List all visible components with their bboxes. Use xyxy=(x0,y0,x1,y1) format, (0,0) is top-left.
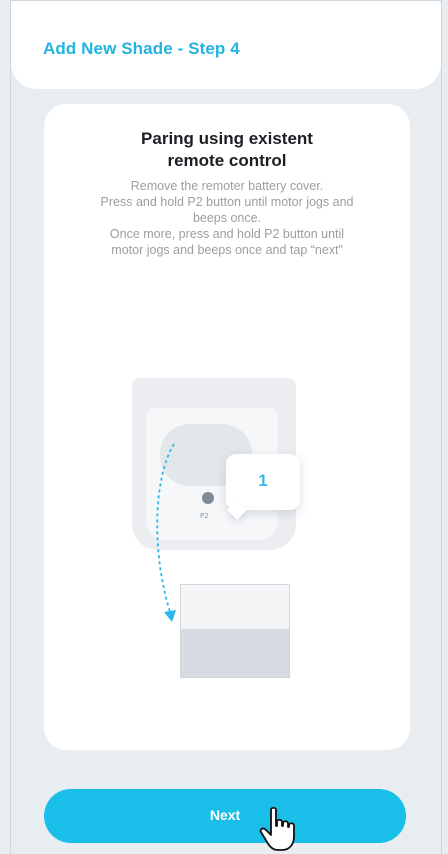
next-button[interactable]: Next xyxy=(44,789,406,843)
step-number-bubble: 1 xyxy=(226,454,300,520)
p2-button-dot xyxy=(202,492,214,504)
instruction-text: Remove the remoter battery cover. Press … xyxy=(100,179,354,257)
frame-right-border xyxy=(441,0,442,854)
header: Add New Shade - Step 4 xyxy=(11,1,441,89)
battery-cover-bottom xyxy=(181,629,289,677)
hand-pointer-icon xyxy=(259,806,295,851)
battery-cover-top xyxy=(181,585,289,629)
page-title: Add New Shade - Step 4 xyxy=(43,39,240,58)
frame-left-border xyxy=(10,0,11,854)
step-number: 1 xyxy=(258,471,268,490)
app-screen: Add New Shade - Step 4 Paring using exis… xyxy=(0,0,448,854)
p2-button-label: P2 xyxy=(200,512,209,520)
instruction-title: Paring using existent remote control xyxy=(141,129,313,170)
next-button-label: Next xyxy=(209,807,241,823)
battery-cover-illustration xyxy=(180,584,290,678)
